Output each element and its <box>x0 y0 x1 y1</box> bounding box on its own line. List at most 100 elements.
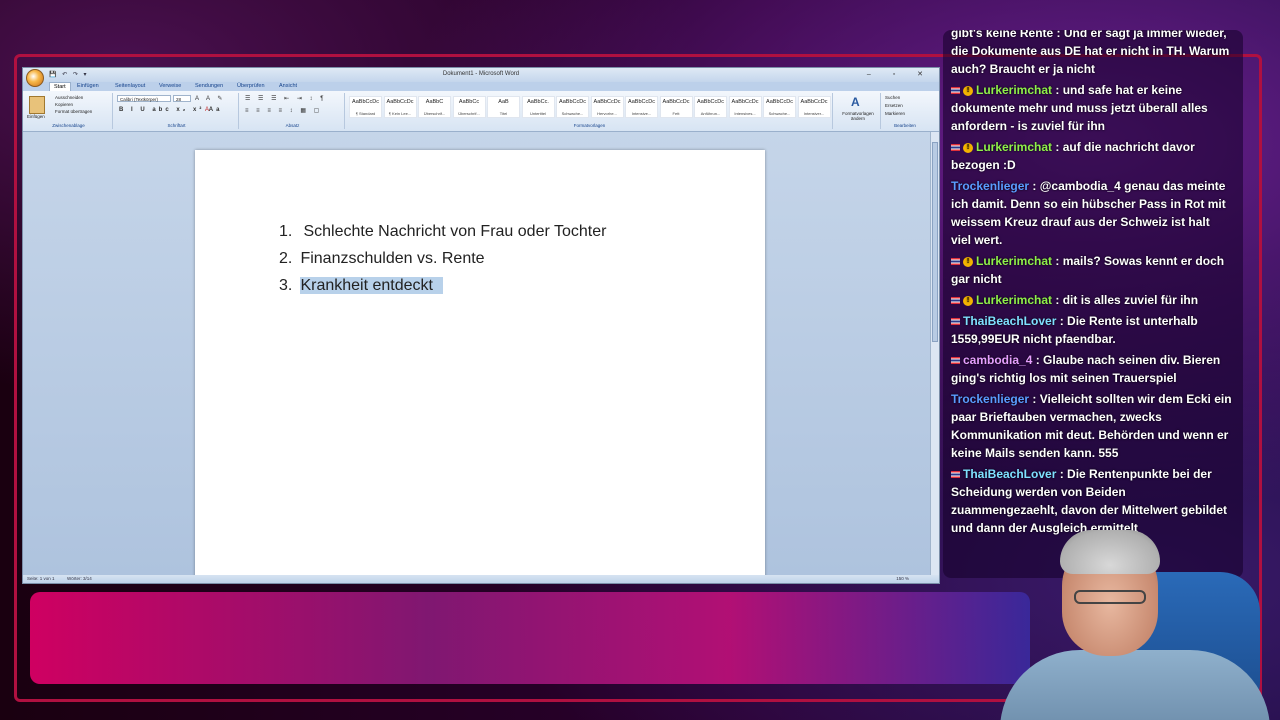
paste-button[interactable]: Einfügen <box>27 114 45 119</box>
chat-separator: : <box>1032 353 1044 367</box>
webcam-feed <box>990 520 1280 720</box>
style-sample: AaBbCcDc <box>766 99 793 105</box>
style-sample: AaBbCcDc <box>386 99 414 105</box>
office-button[interactable] <box>26 69 44 87</box>
replace-button[interactable]: Ersetzen <box>885 103 903 108</box>
status-words[interactable]: Wörter: 3/14 <box>67 575 92 583</box>
align-buttons[interactable]: ≡ ≡ ≡ ≡ ↕ ▦ ▢ <box>245 107 322 114</box>
font-color-icon[interactable]: A <box>205 107 212 113</box>
style-item[interactable]: AaBbCcDc Schwache... <box>556 96 589 118</box>
list-buttons[interactable]: ☰ ☰ ☰ ⇤ ⇥ ↕ ¶ <box>245 95 326 102</box>
chat-username[interactable]: ThaiBeachLover <box>963 467 1056 481</box>
style-item[interactable]: AaBbCcDc Intensiver... <box>797 96 831 118</box>
list-item[interactable]: 3. Krankheit entdeckt <box>279 272 606 299</box>
cut-button[interactable]: Ausschneiden <box>55 95 83 100</box>
vertical-scrollbar[interactable] <box>930 132 939 576</box>
chat-text: gibt's keine Rente : Und er sagt ja imme… <box>951 30 1230 76</box>
tab-ansicht[interactable]: Ansicht <box>275 82 301 90</box>
style-item[interactable]: AaBbCcDc ¶ Kein Lee... <box>383 96 417 118</box>
flag-icon <box>951 258 960 266</box>
badge-icon: ! <box>963 256 973 267</box>
chat-text: dit is alles zuviel für ihn <box>1062 293 1199 307</box>
format-painter-button[interactable]: Format übertragen <box>55 109 92 114</box>
paste-icon[interactable] <box>29 96 45 114</box>
chat-separator: : <box>1052 254 1063 268</box>
style-sample: AaBbCc <box>458 99 480 105</box>
chat-message: cambodia_4 : Glaube nach seinen div. Bie… <box>951 351 1233 387</box>
list-item[interactable]: 1. Schlechte Nachricht von Frau oder Toc… <box>279 218 606 245</box>
chat-separator: : <box>1052 83 1063 97</box>
style-name: Überschrif... <box>423 111 446 116</box>
style-name: Anführun... <box>700 111 721 116</box>
tab-verweise[interactable]: Verweise <box>155 82 185 90</box>
chat-username[interactable]: cambodia_4 <box>963 353 1032 367</box>
style-item[interactable]: AaBbCcDc Schwache... <box>763 96 796 118</box>
change-styles-button[interactable]: Formatvorlagen ändern <box>837 111 879 121</box>
grow-shrink-icon[interactable]: A A ✎ <box>195 95 225 102</box>
chat-separator: : <box>1052 140 1063 154</box>
tab-sendungen[interactable]: Sendungen <box>191 82 227 90</box>
chat-username[interactable]: ThaiBeachLover <box>963 314 1056 328</box>
select-button[interactable]: Markieren <box>885 111 905 116</box>
find-button[interactable]: Suchen <box>885 95 900 100</box>
style-item[interactable]: AaBbCcDc Fett <box>659 96 693 118</box>
chat-message: gibt's keine Rente : Und er sagt ja imme… <box>951 30 1233 78</box>
font-size-box[interactable]: 28 <box>173 95 191 102</box>
chat-separator: : <box>1056 314 1068 328</box>
zoom-level[interactable]: 150 % <box>896 575 909 583</box>
window-controls[interactable]: – ▫ ✕ <box>867 70 933 78</box>
chat-username[interactable]: Lurkerimchat <box>976 254 1052 268</box>
copy-button[interactable]: Kopieren <box>55 102 73 107</box>
style-sample: AaBbCcDc <box>559 99 586 105</box>
style-item[interactable]: AaBbCcDc Intensive... <box>625 96 658 118</box>
chat-username[interactable]: Trockenlieger <box>951 392 1029 406</box>
chat-separator: : <box>1056 467 1068 481</box>
badge-icon: ! <box>963 85 973 96</box>
chat-messages: gibt's keine Rente : Und er sagt ja imme… <box>951 30 1233 540</box>
clipboard-group: Einfügen Ausschneiden Kopieren Format üb… <box>25 93 113 129</box>
scrollbar-thumb[interactable] <box>932 142 938 342</box>
style-sample: AaBbC <box>425 99 444 105</box>
chat-message: ! Lurkerimchat : und safe hat er keine do… <box>951 81 1233 135</box>
style-item[interactable]: AaBbCcDc Hervorhe... <box>590 96 624 118</box>
chat-message: ThaiBeachLover : Die Rente ist unterhalb… <box>951 312 1233 348</box>
change-styles-group: A Formatvorlagen ändern <box>835 93 881 129</box>
style-name: Schwache... <box>768 111 791 116</box>
title-bar: 💾 ↶ ↷ ▾ Dokument1 - Microsoft Word – ▫ ✕ <box>23 68 939 87</box>
style-name: Hervorhe... <box>597 111 617 116</box>
style-item[interactable]: AaBbC Überschrif... <box>418 96 451 118</box>
style-item[interactable]: AaBbCcDc Anführun... <box>694 96 727 118</box>
document-page[interactable]: 1. Schlechte Nachricht von Frau oder Toc… <box>195 150 765 580</box>
style-sample: AaBbCcDc <box>662 99 690 105</box>
style-sample: AaBbCcDc <box>731 99 759 105</box>
style-item[interactable]: AaBbCcDc Intensives... <box>728 96 762 118</box>
style-item[interactable]: AaBbCc. Untertitel <box>521 96 555 118</box>
style-name: Titel <box>499 111 508 116</box>
font-name-box[interactable]: Calibri (Textkörper) <box>117 95 171 102</box>
style-name: Intensiver... <box>803 111 825 116</box>
tab-einfuegen[interactable]: Einfügen <box>73 82 103 90</box>
list-text: Finanzschulden vs. Rente <box>300 250 485 267</box>
list-number: 1. <box>279 223 293 240</box>
style-sample: AaBbCcDc <box>352 99 379 105</box>
style-sample: AaBbCcDc <box>593 99 621 105</box>
tab-seitenlayout[interactable]: Seitenlayout <box>111 82 149 90</box>
style-item[interactable]: AaB Titel <box>487 96 520 118</box>
flag-icon <box>951 318 960 326</box>
list-text: Schlechte Nachricht von Frau oder Tochte… <box>303 223 607 240</box>
style-item[interactable]: AaBbCc Überschrif... <box>452 96 486 118</box>
list-item[interactable]: 2. Finanzschulden vs. Rente <box>279 245 606 272</box>
style-item[interactable]: AaBbCcDc ¶ Standard <box>349 96 382 118</box>
chat-username[interactable]: Lurkerimchat <box>976 140 1052 154</box>
chat-separator: : <box>1029 179 1040 193</box>
editing-group: Suchen Ersetzen Markieren Bearbeiten <box>883 93 927 129</box>
tab-start[interactable]: Start <box>49 82 71 91</box>
chat-username[interactable]: Lurkerimchat <box>976 83 1052 97</box>
flag-icon <box>951 144 960 152</box>
change-styles-icon[interactable]: A <box>851 95 860 109</box>
tab-ueberpruefen[interactable]: Überprüfen <box>233 82 269 90</box>
chat-username[interactable]: Trockenlieger <box>951 179 1029 193</box>
chat-username[interactable]: Lurkerimchat <box>976 293 1052 307</box>
status-page[interactable]: Seite: 1 von 1 <box>27 575 55 583</box>
chat-message: ! Lurkerimchat : dit is alles zuviel für … <box>951 291 1233 309</box>
